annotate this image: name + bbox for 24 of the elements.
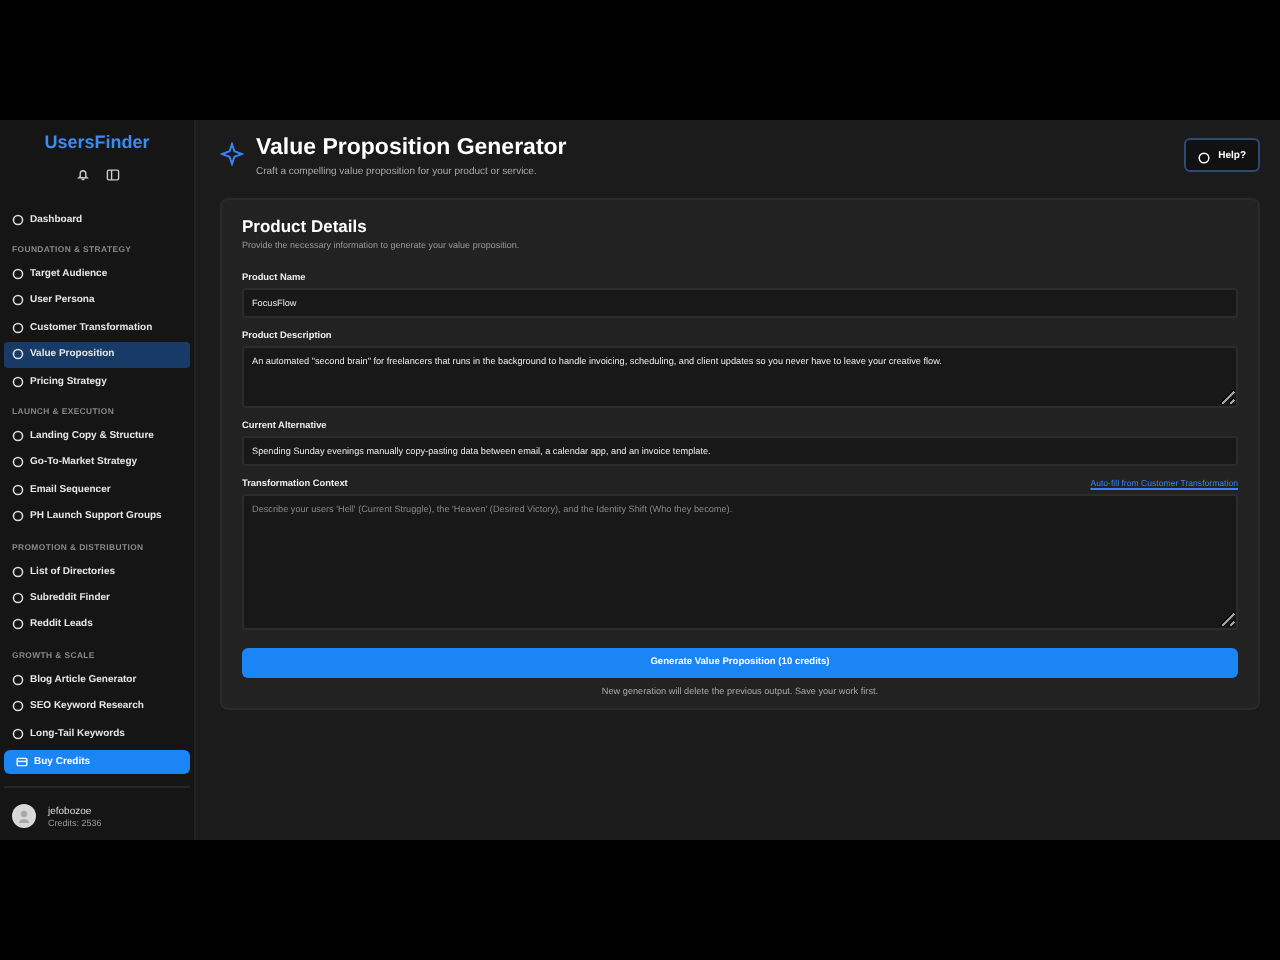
circle-icon [12, 618, 24, 631]
circle-icon [12, 510, 24, 523]
circle-icon [12, 456, 24, 469]
brand-logo: UsersFinder [42, 132, 152, 152]
avatar-icon [12, 804, 36, 828]
circle-icon [12, 321, 24, 334]
circle-icon [12, 268, 24, 281]
circle-icon [12, 591, 24, 604]
circle-icon [12, 430, 24, 443]
circle-icon [12, 213, 24, 226]
circle-icon [12, 727, 24, 740]
circle-icon [12, 673, 24, 686]
sparkle-icon [220, 142, 244, 166]
circle-icon [12, 700, 24, 713]
circle-icon [12, 294, 24, 307]
circle-icon [12, 348, 24, 361]
page-title: Value Proposition Generator [256, 136, 569, 160]
circle-icon [12, 565, 24, 578]
credit-card-icon [16, 756, 28, 768]
card-title: Product Details [242, 216, 369, 236]
bell-icon[interactable] [75, 168, 89, 182]
circle-icon [12, 375, 24, 388]
circle-icon [12, 483, 24, 496]
sidebar-toggle-icon[interactable] [105, 168, 119, 182]
